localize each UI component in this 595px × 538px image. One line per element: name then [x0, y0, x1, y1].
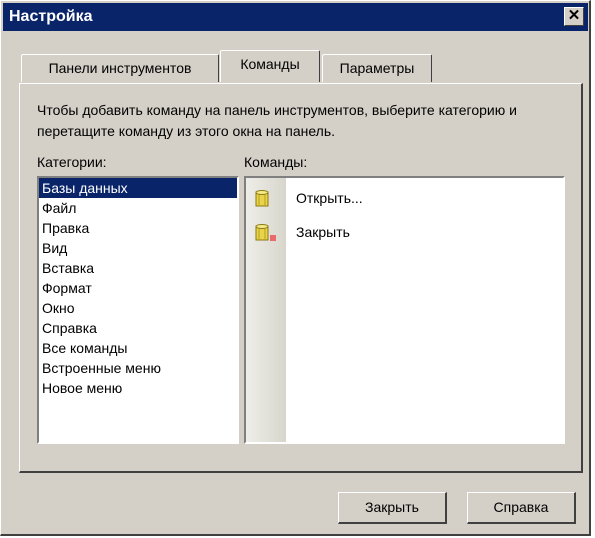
category-item[interactable]: Новое меню — [39, 378, 237, 398]
category-item[interactable]: Окно — [39, 298, 237, 318]
category-item[interactable]: Файл — [39, 198, 237, 218]
command-close[interactable]: Закрыть — [246, 216, 563, 250]
category-item[interactable]: Вид — [39, 238, 237, 258]
command-label: Закрыть — [296, 224, 350, 240]
database-icon — [255, 190, 269, 208]
category-item[interactable]: Справка — [39, 318, 237, 338]
tab-toolbars[interactable]: Панели инструментов — [21, 54, 219, 82]
close-icon[interactable]: ✕ — [564, 7, 584, 26]
commands-list[interactable]: Открыть... Закрыть — [244, 176, 565, 444]
command-open[interactable]: Открыть... — [246, 182, 563, 216]
category-item[interactable]: Базы данных — [39, 178, 237, 198]
category-item[interactable]: Вставка — [39, 258, 237, 278]
category-item[interactable]: Формат — [39, 278, 237, 298]
tab-options[interactable]: Параметры — [322, 54, 432, 82]
category-item[interactable]: Встроенные меню — [39, 358, 237, 378]
instructions-text: Чтобы добавить команду на панель инструм… — [37, 102, 517, 139]
commands-label: Команды: — [244, 154, 308, 170]
dialog-title: Настройка — [9, 8, 93, 25]
close-button[interactable]: Закрыть — [338, 492, 447, 524]
title-bar[interactable]: Настройка ✕ — [3, 3, 588, 31]
commands-tab-panel: Чтобы добавить команду на панель инструм… — [19, 83, 583, 473]
database-close-icon — [255, 224, 277, 242]
customize-dialog: Настройка ✕ Панели инструментов Команды … — [0, 0, 591, 536]
category-item[interactable]: Все команды — [39, 338, 237, 358]
help-button[interactable]: Справка — [467, 492, 576, 524]
categories-label: Категории: — [37, 154, 107, 170]
categories-list[interactable]: Базы данных Файл Правка Вид Вставка Формат Окн… — [37, 176, 239, 444]
category-item[interactable]: Правка — [39, 218, 237, 238]
command-label: Открыть... — [296, 190, 363, 206]
tab-commands[interactable]: Команды — [220, 50, 320, 82]
